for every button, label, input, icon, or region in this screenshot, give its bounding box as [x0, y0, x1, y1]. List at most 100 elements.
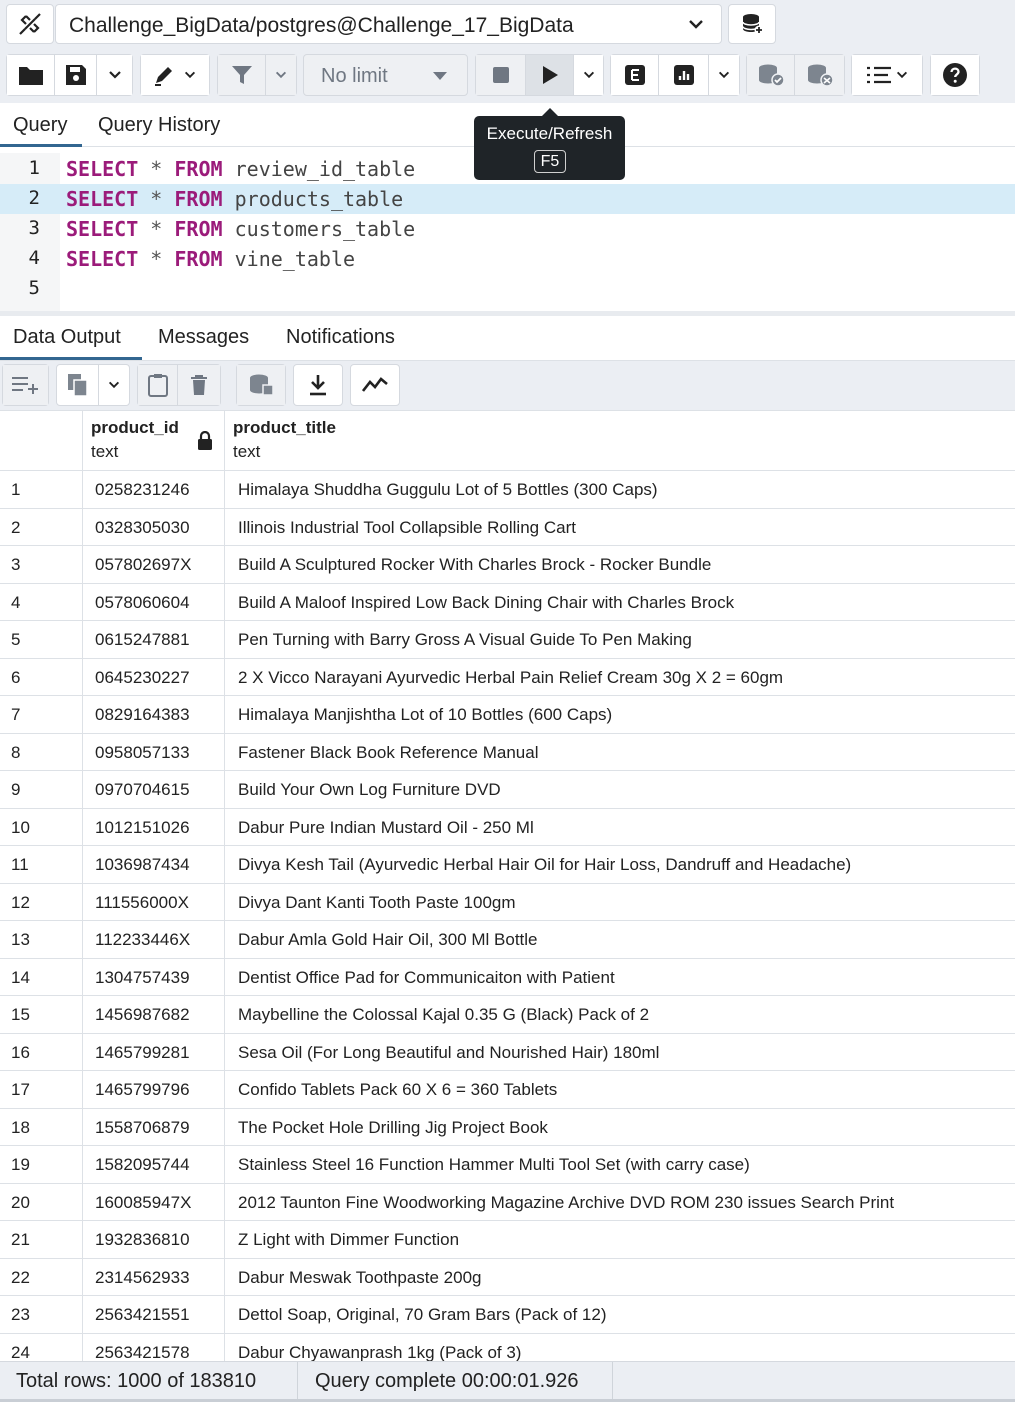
product-title-cell[interactable]: Himalaya Shuddha Guggulu Lot of 5 Bottle… — [225, 471, 1015, 509]
tab-data-output[interactable]: Data Output — [13, 326, 121, 349]
row-number-cell[interactable]: 17 — [0, 1071, 83, 1109]
delete-button[interactable] — [178, 365, 220, 405]
code-line[interactable]: 5 — [0, 274, 1015, 304]
product-id-cell[interactable]: 0328305030 — [83, 508, 225, 546]
row-number-cell[interactable]: 16 — [0, 1033, 83, 1071]
filter-button[interactable] — [218, 55, 266, 95]
product-id-cell[interactable]: 057802697X — [83, 546, 225, 584]
product-id-cell[interactable]: 1932836810 — [83, 1221, 225, 1259]
row-number-cell[interactable]: 15 — [0, 996, 83, 1034]
product-id-cell[interactable]: 112233446X — [83, 921, 225, 959]
product-id-cell[interactable]: 0615247881 — [83, 621, 225, 659]
table-row[interactable]: 17 1465799796 Confido Tablets Pack 60 X 6 … — [0, 1071, 1015, 1109]
row-number-cell[interactable]: 21 — [0, 1221, 83, 1259]
column-header-product-title[interactable]: product_title text — [225, 411, 1015, 471]
explain-button[interactable] — [611, 55, 659, 95]
table-row[interactable]: 2 0328305030 Illinois Industrial Tool Coll… — [0, 508, 1015, 547]
code-line-highlighted[interactable]: 2 SELECT * FROM products_table — [0, 184, 1015, 214]
table-row[interactable]: 10 1012151026 Dabur Pure Indian Mustard Oi… — [0, 808, 1015, 847]
row-number-cell[interactable]: 23 — [0, 1296, 83, 1334]
product-title-cell[interactable]: Pen Turning with Barry Gross A Visual Gu… — [225, 621, 1015, 659]
save-options-dropdown[interactable] — [97, 55, 132, 95]
table-row[interactable]: 22 2314562933 Dabur Meswak Toothpaste 200g — [0, 1258, 1015, 1296]
new-connection-button[interactable] — [728, 4, 776, 44]
row-number-cell[interactable]: 5 — [0, 621, 83, 659]
connection-select[interactable]: Challenge_BigData/postgres@Challenge_17_… — [55, 4, 722, 44]
table-row[interactable]: 4 0578060604 Build A Maloof Inspired Low B… — [0, 583, 1015, 622]
table-row[interactable]: 14 1304757439 Dentist Office Pad for Commu… — [0, 958, 1015, 997]
product-title-cell[interactable]: Himalaya Manjishtha Lot of 10 Bottles (6… — [225, 696, 1015, 734]
save-data-button[interactable] — [237, 365, 285, 405]
row-number-header[interactable] — [0, 411, 83, 471]
rollback-button[interactable] — [795, 55, 844, 95]
product-title-cell[interactable]: Z Light with Dimmer Function — [225, 1221, 1015, 1259]
copy-button[interactable] — [57, 365, 99, 405]
product-title-cell[interactable]: Divya Dant Kanti Tooth Paste 100gm — [225, 884, 1015, 922]
product-id-cell[interactable]: 0829164383 — [83, 696, 225, 734]
row-number-cell[interactable]: 6 — [0, 658, 83, 696]
product-id-cell[interactable]: 1465799281 — [83, 1033, 225, 1071]
help-button[interactable] — [931, 55, 979, 95]
row-number-cell[interactable]: 8 — [0, 733, 83, 771]
row-number-cell[interactable]: 7 — [0, 696, 83, 734]
row-number-cell[interactable]: 11 — [0, 846, 83, 884]
execute-options-dropdown[interactable] — [574, 55, 603, 95]
table-row[interactable]: 11 1036987434 Divya Kesh Tail (Ayurvedic H… — [0, 846, 1015, 884]
product-title-cell[interactable]: Dabur Amla Gold Hair Oil, 300 Ml Bottle — [225, 921, 1015, 959]
table-row[interactable]: 1 0258231246 Himalaya Shuddha Guggulu Lot … — [0, 471, 1015, 509]
column-header-product-id[interactable]: product_id text — [83, 411, 225, 471]
row-number-cell[interactable]: 19 — [0, 1146, 83, 1184]
table-row[interactable]: 16 1465799281 Sesa Oil (For Long Beautiful… — [0, 1033, 1015, 1072]
table-row[interactable]: 19 1582095744 Stainless Steel 16 Function … — [0, 1146, 1015, 1184]
product-id-cell[interactable]: 1456987682 — [83, 996, 225, 1034]
product-title-cell[interactable]: Build A Sculptured Rocker With Charles B… — [225, 546, 1015, 584]
tab-messages[interactable]: Messages — [158, 326, 249, 349]
product-id-cell[interactable]: 0258231246 — [83, 471, 225, 509]
table-row[interactable]: 20 160085947X 2012 Taunton Fine Woodworkin… — [0, 1183, 1015, 1222]
row-number-cell[interactable]: 3 — [0, 546, 83, 584]
execute-button[interactable] — [526, 55, 574, 95]
table-row[interactable]: 12 111556000X Divya Dant Kanti Tooth Paste… — [0, 883, 1015, 922]
row-number-cell[interactable]: 20 — [0, 1183, 83, 1221]
code-line[interactable]: 4 SELECT * FROM vine_table — [0, 244, 1015, 274]
product-title-cell[interactable]: Fastener Black Book Reference Manual — [225, 734, 1015, 772]
row-number-cell[interactable]: 13 — [0, 921, 83, 959]
tab-notifications[interactable]: Notifications — [286, 326, 395, 349]
product-title-cell[interactable]: Sesa Oil (For Long Beautiful and Nourish… — [225, 1034, 1015, 1072]
explain-analyze-button[interactable] — [659, 55, 709, 95]
product-id-cell[interactable]: 0645230227 — [83, 658, 225, 696]
product-id-cell[interactable]: 1558706879 — [83, 1108, 225, 1146]
product-title-cell[interactable]: Divya Kesh Tail (Ayurvedic Herbal Hair O… — [225, 846, 1015, 884]
product-title-cell[interactable]: Dettol Soap, Original, 70 Gram Bars (Pac… — [225, 1296, 1015, 1334]
open-file-button[interactable] — [7, 55, 55, 95]
table-row[interactable]: 21 1932836810 Z Light with Dimmer Function — [0, 1221, 1015, 1259]
tab-query-history[interactable]: Query History — [98, 114, 220, 137]
download-button[interactable] — [294, 365, 342, 405]
product-id-cell[interactable]: 1582095744 — [83, 1146, 225, 1184]
product-id-cell[interactable]: 1036987434 — [83, 846, 225, 884]
product-title-cell[interactable]: Dabur Pure Indian Mustard Oil - 250 Ml — [225, 809, 1015, 847]
product-title-cell[interactable]: Stainless Steel 16 Function Hammer Multi… — [225, 1146, 1015, 1184]
copy-options-dropdown[interactable] — [99, 365, 129, 405]
row-number-cell[interactable]: 18 — [0, 1108, 83, 1146]
product-title-cell[interactable]: Dentist Office Pad for Communicaiton wit… — [225, 959, 1015, 997]
connection-status-button[interactable] — [6, 4, 54, 44]
filter-options-dropdown[interactable] — [266, 55, 296, 95]
product-id-cell[interactable]: 2563421578 — [83, 1333, 225, 1361]
product-id-cell[interactable]: 0958057133 — [83, 733, 225, 771]
row-number-cell[interactable]: 12 — [0, 883, 83, 921]
product-id-cell[interactable]: 1465799796 — [83, 1071, 225, 1109]
product-title-cell[interactable]: 2 X Vicco Narayani Ayurvedic Herbal Pain… — [225, 659, 1015, 697]
table-row[interactable]: 18 1558706879 The Pocket Hole Drilling Jig… — [0, 1108, 1015, 1146]
product-title-cell[interactable]: Build A Maloof Inspired Low Back Dining … — [225, 584, 1015, 622]
graph-visualiser-button[interactable] — [351, 365, 399, 405]
product-id-cell[interactable]: 160085947X — [83, 1183, 225, 1221]
product-id-cell[interactable]: 1012151026 — [83, 808, 225, 846]
row-number-cell[interactable]: 14 — [0, 958, 83, 996]
product-title-cell[interactable]: 2012 Taunton Fine Woodworking Magazine A… — [225, 1184, 1015, 1222]
product-id-cell[interactable]: 0578060604 — [83, 583, 225, 621]
product-id-cell[interactable]: 111556000X — [83, 883, 225, 921]
edit-dropdown-button[interactable] — [141, 55, 209, 95]
row-number-cell[interactable]: 2 — [0, 508, 83, 546]
product-title-cell[interactable]: Illinois Industrial Tool Collapsible Rol… — [225, 509, 1015, 547]
